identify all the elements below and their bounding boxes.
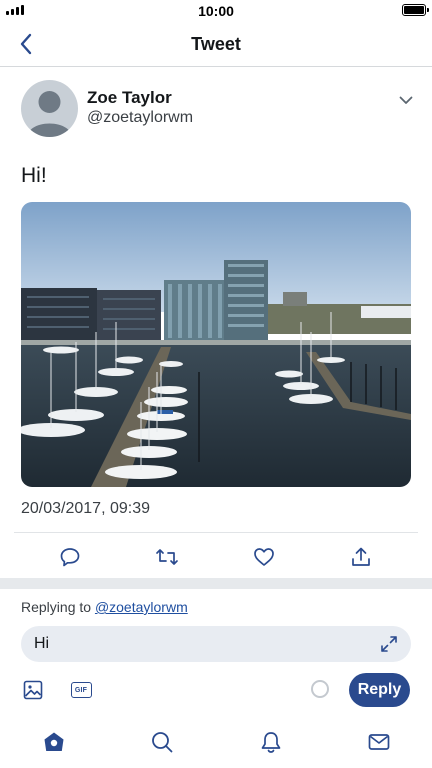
tweet-timestamp: 20/03/2017, 09:39 [21, 500, 151, 517]
author-name[interactable]: Zoe Taylor [87, 88, 172, 108]
reply-input[interactable]: Hi [21, 626, 411, 662]
messages-icon [368, 734, 390, 750]
tab-notifications[interactable] [257, 728, 285, 756]
home-icon [44, 732, 64, 751]
add-gif-button[interactable]: GIF [69, 679, 93, 701]
add-photo-button[interactable] [22, 679, 44, 701]
expand-composer-button[interactable] [379, 634, 399, 654]
character-counter [311, 680, 329, 698]
avatar[interactable] [21, 80, 78, 137]
retweet-icon [156, 549, 178, 565]
more-options-button[interactable] [396, 90, 416, 110]
author-handle[interactable]: @zoetaylorwm [87, 109, 193, 127]
default-avatar-icon [27, 91, 72, 137]
image-icon [23, 680, 43, 700]
tab-home[interactable] [40, 728, 68, 756]
like-action-button[interactable] [251, 544, 277, 570]
search-icon [152, 732, 173, 753]
expand-icon [381, 636, 397, 652]
like-icon [254, 548, 274, 566]
page-title: Tweet [191, 34, 241, 54]
share-icon [352, 547, 370, 566]
bottom-tab-bar [0, 716, 432, 768]
tweet-text: Hi! [21, 164, 47, 187]
replying-prefix: Replying to [21, 599, 92, 615]
replying-to-label: Replying to @zoetaylorwm [21, 599, 188, 615]
retweet-action-button[interactable] [154, 544, 180, 570]
share-action-button[interactable] [348, 544, 374, 570]
tweet-actions [0, 540, 432, 574]
status-bar: 10:00 [0, 0, 432, 22]
battery-full-icon [402, 4, 429, 16]
replying-to-handle-link[interactable]: @zoetaylorwm [95, 599, 188, 615]
notifications-icon [261, 732, 281, 753]
chevron-down-icon [399, 96, 413, 104]
reply-action-button[interactable] [57, 544, 83, 570]
tab-messages[interactable] [365, 728, 393, 756]
gif-icon: GIF [70, 682, 92, 698]
reply-input-value[interactable]: Hi [34, 635, 49, 653]
reply-icon [60, 548, 80, 567]
tweet-image[interactable] [21, 202, 411, 487]
navigation-bar: Tweet [0, 22, 432, 67]
photo-marina-icon [21, 202, 411, 487]
tab-search[interactable] [148, 728, 176, 756]
section-separator [0, 578, 432, 589]
composer-toolbar: GIF Reply [0, 672, 432, 708]
reply-button[interactable]: Reply [349, 673, 410, 707]
divider [14, 532, 418, 533]
status-time: 10:00 [198, 3, 234, 19]
